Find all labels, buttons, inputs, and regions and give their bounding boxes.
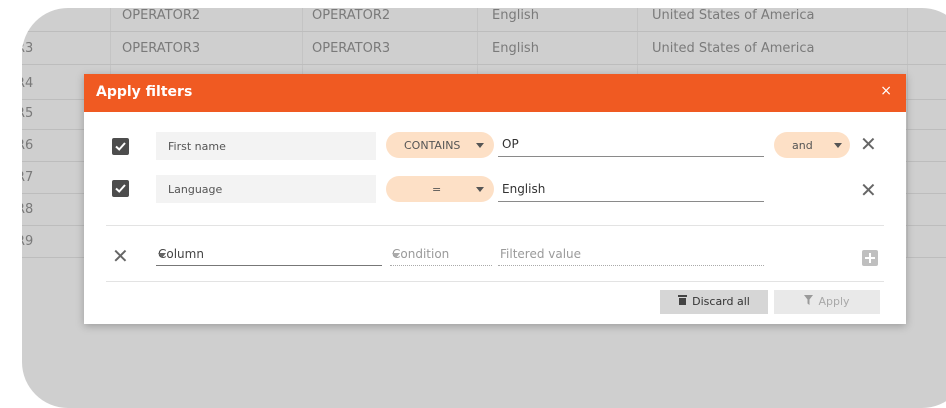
- filter-1-connector-label: and: [792, 139, 813, 152]
- table-row[interactable]: OPERATOR2 OPERATOR2 English United State…: [22, 8, 946, 32]
- row-id: R8: [22, 202, 34, 217]
- cell-language: English: [492, 8, 539, 23]
- row-id: R9: [22, 234, 34, 249]
- filter-1-value-input[interactable]: OP: [498, 134, 764, 157]
- clear-new-filter-icon[interactable]: ✕: [112, 246, 129, 266]
- new-filter-condition-select[interactable]: Condition: [390, 245, 492, 266]
- cell-last-name: OPERATOR3: [312, 41, 391, 56]
- apply-filters-dialog: Apply filters × First name CONTAINS OP a…: [84, 74, 906, 324]
- discard-all-label: Discard all: [692, 295, 750, 308]
- divider: [106, 225, 884, 226]
- cell-country: United States of America: [652, 8, 815, 23]
- row-id: R5: [22, 106, 34, 121]
- row-id: R7: [22, 170, 34, 185]
- cell-first-name: OPERATOR2: [122, 8, 201, 23]
- filter-2-column-field[interactable]: Language: [156, 175, 376, 203]
- chevron-down-icon: [476, 187, 484, 192]
- filter-1-column-label: First name: [168, 140, 226, 153]
- remove-filter-1-icon[interactable]: ✕: [860, 134, 877, 154]
- check-icon: [115, 142, 126, 151]
- cell-language: English: [492, 41, 539, 56]
- divider: [106, 281, 884, 282]
- row-id: R6: [22, 138, 34, 153]
- chevron-down-icon: [392, 253, 400, 258]
- filter-1-value: OP: [502, 137, 519, 151]
- dialog-title: Apply filters: [96, 84, 193, 100]
- filter-2-column-label: Language: [168, 183, 223, 196]
- filter-2-value: English: [502, 182, 546, 196]
- row-divider: [22, 64, 946, 65]
- discard-all-button[interactable]: Discard all: [660, 290, 768, 314]
- filter-1-condition-select[interactable]: CONTAINS: [386, 132, 494, 158]
- filter-1-column-field[interactable]: First name: [156, 132, 376, 160]
- close-icon[interactable]: ×: [880, 83, 892, 99]
- check-icon: [115, 184, 126, 193]
- table-row[interactable]: R3 OPERATOR3 OPERATOR3 English United St…: [22, 35, 946, 65]
- trash-icon: [678, 290, 688, 314]
- filter-1-connector-select[interactable]: and: [774, 132, 850, 158]
- dialog-header: Apply filters ×: [84, 74, 906, 112]
- filter-2-value-input[interactable]: English: [498, 179, 764, 202]
- new-filter-value-placeholder: Filtered value: [500, 247, 582, 261]
- cell-country: United States of America: [652, 41, 815, 56]
- new-filter-column-select[interactable]: Column: [156, 245, 382, 266]
- filter-2-condition-label: =: [432, 183, 442, 196]
- apply-label: Apply: [818, 295, 850, 308]
- cell-last-name: OPERATOR2: [312, 8, 391, 23]
- filter-1-checkbox[interactable]: [112, 138, 129, 155]
- apply-button[interactable]: Apply: [774, 290, 880, 314]
- filter-2-checkbox[interactable]: [112, 180, 129, 197]
- row-id: R3: [22, 41, 34, 56]
- remove-filter-2-icon[interactable]: ✕: [860, 180, 877, 200]
- new-filter-value-input[interactable]: Filtered value: [498, 245, 764, 266]
- chevron-down-icon: [834, 143, 842, 148]
- filter-1-condition-label: CONTAINS: [404, 139, 461, 152]
- cell-first-name: OPERATOR3: [122, 41, 201, 56]
- filter-icon: [804, 290, 814, 314]
- row-divider: [22, 31, 946, 32]
- chevron-down-icon: [158, 253, 166, 258]
- filter-2-condition-select[interactable]: =: [386, 176, 494, 202]
- add-filter-icon[interactable]: [862, 250, 878, 266]
- row-id: R4: [22, 76, 34, 91]
- chevron-down-icon: [476, 143, 484, 148]
- new-filter-condition-placeholder: Condition: [392, 247, 450, 261]
